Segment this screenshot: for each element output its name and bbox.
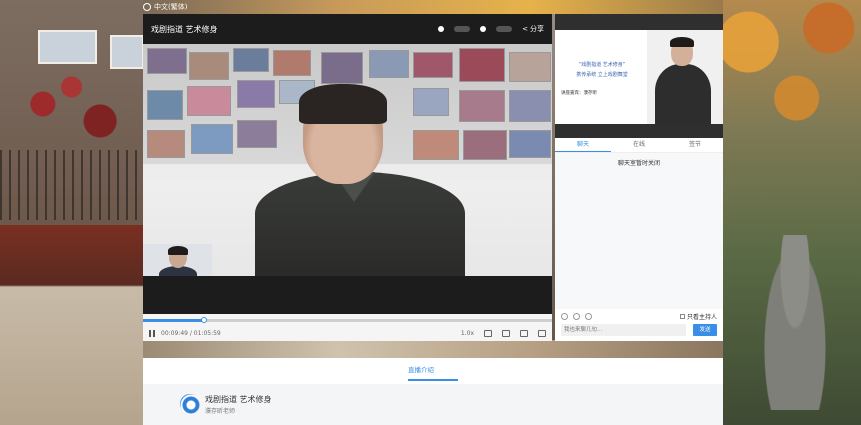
share-icon: < — [522, 25, 528, 33]
volume-icon[interactable] — [484, 329, 492, 337]
share-button[interactable]: < 分享 — [522, 24, 544, 34]
tab-online[interactable]: 在线 — [611, 138, 667, 152]
host-only-checkbox[interactable] — [679, 314, 685, 319]
likes-icon — [480, 26, 487, 32]
progress-fill — [143, 319, 205, 322]
chat-input[interactable] — [561, 324, 686, 336]
course-info: 戏剧指道 艺术修身 濮存昕老师 — [143, 384, 723, 425]
tab-sign[interactable]: 签节 — [667, 138, 723, 152]
tab-chat[interactable]: 聊天 — [555, 138, 611, 152]
duration: 01:05:59 — [193, 329, 221, 337]
chat-tabs: 聊天 在线 签节 — [555, 138, 723, 153]
send-button[interactable]: 发送 — [693, 324, 717, 336]
progress-bar[interactable] — [143, 317, 552, 323]
gift-icon[interactable] — [573, 313, 580, 320]
image-icon[interactable] — [585, 313, 592, 320]
slide-line1: “戏剧指道 艺术修身” — [578, 62, 626, 68]
current-time: 00:09:49 — [161, 329, 188, 337]
fullscreen-icon[interactable] — [538, 329, 546, 337]
picture-in-picture[interactable] — [143, 244, 212, 276]
chat-closed-notice: 聊天室暂时关闭 — [617, 160, 660, 167]
language-switcher[interactable]: 中文(繁体) — [143, 0, 187, 14]
host-only-label: 只看主持人 — [686, 314, 717, 321]
video-letterbox — [143, 276, 552, 314]
channel-logo-icon — [180, 394, 200, 414]
side-panel: “戏剧指道 艺术修身” 携传承统 立上戏剧舞堂 讲座嘉宾：濮存昕 聊天 在线 签… — [555, 14, 723, 341]
chat-messages — [555, 153, 723, 309]
danmaku-icon[interactable] — [520, 329, 528, 337]
intro-tab[interactable]: 直播介绍 — [408, 364, 434, 374]
pause-icon[interactable] — [149, 329, 155, 337]
viewer-count-badge — [454, 26, 471, 32]
lecturer — [255, 84, 465, 276]
host-only-toggle[interactable]: 只看主持人 — [679, 312, 717, 321]
speed-button[interactable]: 1.0x — [461, 330, 474, 337]
speaker-portrait — [647, 30, 723, 124]
share-label: 分享 — [530, 25, 544, 33]
teacher-name: 濮存昕老师 — [205, 408, 236, 415]
globe-icon — [143, 3, 151, 11]
player-title: 戏剧指道 艺术修身 — [151, 24, 218, 34]
settings-icon[interactable] — [502, 329, 510, 337]
course-title: 戏剧指道 艺术修身 — [205, 395, 272, 404]
video-player[interactable]: 戏剧指道 艺术修身 < 分享 00:09:49 / 01:05:59 1.0x — [143, 14, 552, 341]
viewers-icon — [438, 26, 445, 32]
slide-sub: 讲座嘉宾：濮存昕 — [561, 91, 597, 96]
video-frame[interactable] — [143, 44, 552, 276]
intro-section: 直播介绍 戏剧指道 艺术修身 濮存昕老师 — [143, 358, 723, 425]
slide-line2: 携传承统 立上戏剧舞堂 — [576, 72, 628, 78]
statue — [760, 235, 830, 410]
player-header: 戏剧指道 艺术修身 < 分享 — [143, 14, 552, 44]
emoji-icon[interactable] — [561, 313, 568, 320]
language-label: 中文(繁体) — [154, 3, 188, 11]
like-count-badge — [496, 26, 513, 32]
